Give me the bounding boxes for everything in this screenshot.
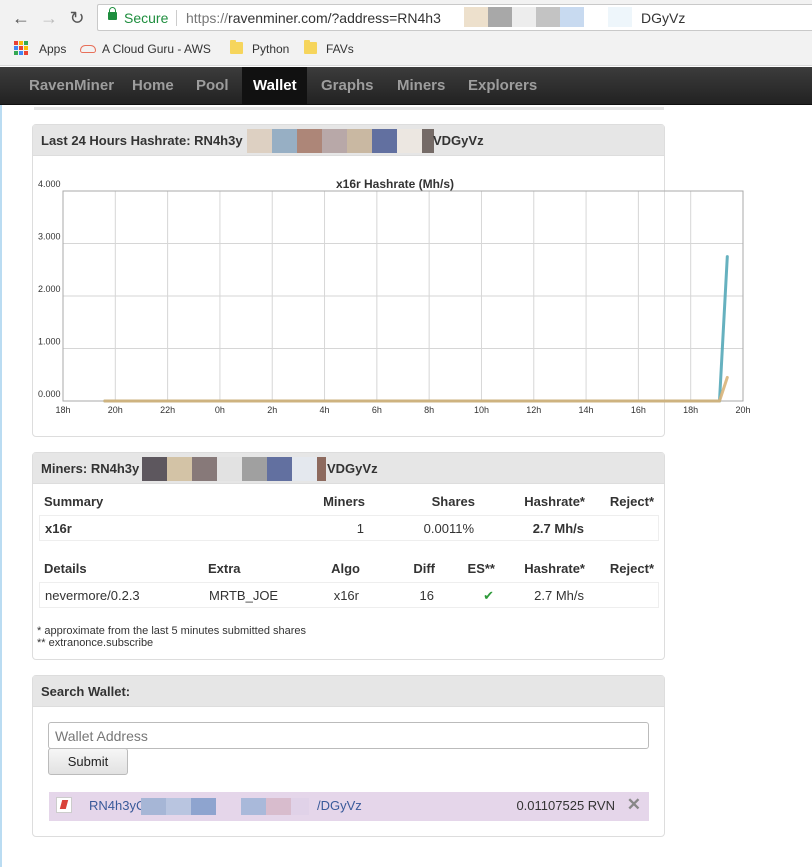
x-tick-label: 18h bbox=[55, 405, 70, 415]
x-tick-label: 16h bbox=[631, 405, 646, 415]
footnote-approximate: * approximate from the last 5 minutes su… bbox=[37, 625, 307, 637]
x-tick-label: 22h bbox=[160, 405, 175, 415]
summary-hashrate: 2.7 Mh/s bbox=[532, 521, 584, 536]
details-header-row: Details Extra Algo Diff ES** Hashrate* R… bbox=[39, 556, 659, 582]
wallet-address-suffix[interactable]: /DGyVz bbox=[317, 798, 362, 813]
y-tick-label: 3.000 bbox=[38, 232, 61, 242]
footnote-extranonce: ** extranonce.subscribe bbox=[37, 637, 154, 649]
x-tick-label: 6h bbox=[372, 405, 382, 415]
chart-y-ticks: 0.000 1.000 2.000 3.000 4.000 bbox=[38, 179, 61, 399]
summary-header-row: Summary Miners Shares Hashrate* Reject* bbox=[39, 489, 659, 515]
x-tick-label: 18h bbox=[683, 405, 698, 415]
details-client: nevermore/0.2.3 bbox=[45, 588, 140, 603]
details-reject-header: Reject* bbox=[609, 561, 654, 576]
es-header: ES** bbox=[467, 561, 495, 576]
y-tick-label: 0.000 bbox=[38, 389, 61, 399]
algo-header: Algo bbox=[331, 561, 360, 576]
summary-miners: 1 bbox=[356, 521, 364, 536]
wallet-address-input[interactable] bbox=[48, 722, 649, 749]
chart-title: x16r Hashrate (Mh/s) bbox=[336, 177, 454, 191]
details-hashrate: 2.7 Mh/s bbox=[534, 588, 584, 603]
y-tick-label: 1.000 bbox=[38, 337, 61, 347]
table-row: nevermore/0.2.3 MRTB_JOE x16r 16 ✔ 2.7 M… bbox=[39, 582, 659, 608]
x-tick-label: 20h bbox=[735, 405, 750, 415]
miners-title-prefix: Miners: RN4h3y bbox=[41, 461, 140, 476]
details-diff: 16 bbox=[419, 588, 434, 603]
table-row: x16r 1 0.0011% 2.7 Mh/s bbox=[39, 515, 659, 541]
redacted-address-mosaic bbox=[142, 457, 326, 481]
x-tick-label: 2h bbox=[267, 405, 277, 415]
x-tick-label: 20h bbox=[108, 405, 123, 415]
miners-title-suffix: VDGyVz bbox=[327, 461, 378, 476]
x-tick-label: 10h bbox=[474, 405, 489, 415]
redacted-wallet-mosaic bbox=[141, 798, 309, 815]
series-line-1 bbox=[103, 375, 729, 403]
close-icon[interactable]: ✕ bbox=[627, 795, 641, 815]
wallet-balance: 0.01107525 RVN bbox=[516, 798, 615, 813]
summary-algo: x16r bbox=[45, 521, 72, 536]
chart-x-ticks: 18h 20h 22h 0h 2h 4h 6h 8h 10h 12h 14h 16h 18h 20h bbox=[55, 405, 750, 415]
x-tick-label: 12h bbox=[526, 405, 541, 415]
ravencoin-icon bbox=[56, 797, 72, 813]
series-line-0 bbox=[103, 255, 729, 403]
x-tick-label: 4h bbox=[320, 405, 330, 415]
diff-header: Diff bbox=[413, 561, 435, 576]
check-icon: ✔ bbox=[483, 588, 494, 603]
details-extra: MRTB_JOE bbox=[209, 588, 279, 603]
miners-header: Miners bbox=[323, 494, 365, 509]
details-header: Details bbox=[44, 561, 87, 576]
search-wallet-title: Search Wallet: bbox=[33, 676, 664, 707]
hashrate-chart: x16r Hashrate (Mh/s) 0.000 1.000 2.000 3.00… bbox=[38, 177, 751, 415]
miners-panel: Miners: RN4h3y VDGyVz Summary Miners Sha… bbox=[32, 452, 665, 660]
summary-header: Summary bbox=[44, 494, 104, 509]
search-wallet-panel: Search Wallet: Submit RN4h3yC /DGyVz 0.0… bbox=[32, 675, 665, 837]
submit-button[interactable]: Submit bbox=[48, 748, 128, 775]
chart-grid bbox=[62, 190, 744, 402]
chart-series bbox=[103, 255, 729, 403]
hashrate-header: Hashrate* bbox=[524, 494, 585, 509]
extra-header: Extra bbox=[208, 561, 241, 576]
miners-panel-title: Miners: RN4h3y VDGyVz bbox=[33, 453, 664, 484]
details-hashrate-header: Hashrate* bbox=[524, 561, 585, 576]
shares-header: Shares bbox=[431, 494, 475, 509]
reject-header: Reject* bbox=[609, 494, 654, 509]
summary-shares: 0.0011% bbox=[423, 521, 474, 536]
x-tick-label: 8h bbox=[424, 405, 434, 415]
y-tick-label: 2.000 bbox=[38, 284, 61, 294]
wallet-result-row[interactable]: RN4h3yC /DGyVz 0.01107525 RVN ✕ bbox=[49, 792, 649, 821]
details-algo: x16r bbox=[333, 588, 359, 603]
x-tick-label: 14h bbox=[579, 405, 594, 415]
x-tick-label: 0h bbox=[215, 405, 225, 415]
wallet-address-prefix[interactable]: RN4h3yC bbox=[89, 798, 145, 813]
y-tick-label: 4.000 bbox=[38, 179, 61, 189]
